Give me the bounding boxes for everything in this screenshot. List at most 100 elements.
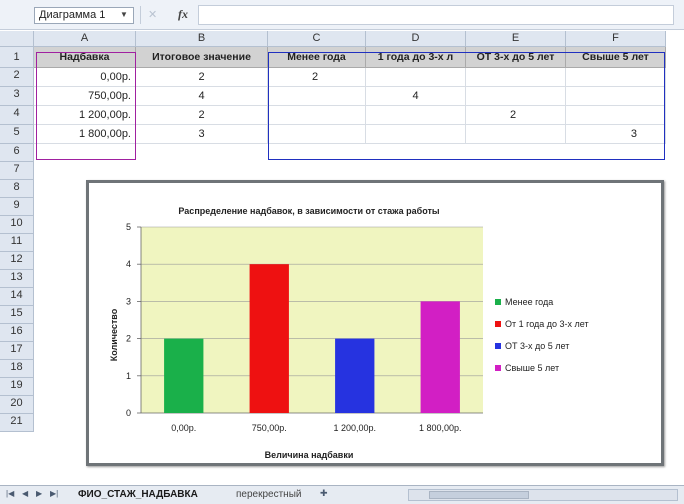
row-header[interactable]: 13 <box>0 270 34 288</box>
legend-swatch <box>495 365 501 371</box>
table-cell[interactable]: 1 800,00р. <box>34 125 136 144</box>
table-cell[interactable]: 2 <box>466 106 566 125</box>
legend-item[interactable]: Менее года <box>495 297 553 307</box>
legend-swatch <box>495 321 501 327</box>
last-sheet-icon[interactable]: ▶| <box>50 489 58 498</box>
legend-item[interactable]: От 1 года до 3-х лет <box>495 319 589 329</box>
prev-sheet-icon[interactable]: ◀ <box>22 489 28 498</box>
name-box[interactable]: Диаграмма 1 <box>34 7 134 24</box>
table-cell[interactable] <box>566 106 666 125</box>
fx-icon[interactable]: fx <box>178 7 188 22</box>
row-header[interactable]: 19 <box>0 378 34 396</box>
table-cell[interactable] <box>466 68 566 87</box>
row-header[interactable]: 15 <box>0 306 34 324</box>
column-header-a[interactable]: A <box>34 31 136 47</box>
header-cell[interactable]: ОТ 3-х до 5 лет <box>466 47 566 68</box>
select-all-corner[interactable] <box>0 31 34 47</box>
next-sheet-icon[interactable]: ▶ <box>36 489 42 498</box>
sheet-tab[interactable]: ФИО_СТАЖ_НАДБАВКА <box>78 489 198 500</box>
row-header[interactable]: 8 <box>0 180 34 198</box>
table-cell[interactable] <box>366 106 466 125</box>
table-cell[interactable] <box>466 125 566 144</box>
column-header-e[interactable]: E <box>466 31 566 47</box>
row-header[interactable]: 14 <box>0 288 34 306</box>
x-axis-label[interactable]: Величина надбавки <box>129 450 489 460</box>
table-cell[interactable]: 2 <box>136 106 268 125</box>
table-cell[interactable]: 3 <box>566 125 666 144</box>
row-header[interactable]: 18 <box>0 360 34 378</box>
column-header-f[interactable]: F <box>566 31 666 47</box>
row-header[interactable]: 16 <box>0 324 34 342</box>
first-sheet-icon[interactable]: |◀ <box>6 489 14 498</box>
bar[interactable] <box>420 301 460 413</box>
header-cell[interactable]: Надбавка <box>34 47 136 68</box>
y-tick-label: 0 <box>126 408 131 418</box>
x-tick-label: 1 200,00р. <box>333 423 376 433</box>
header-cell[interactable]: Менее года <box>268 47 366 68</box>
column-header-b[interactable]: B <box>136 31 268 47</box>
table-cell[interactable]: 1 200,00р. <box>34 106 136 125</box>
bar[interactable] <box>164 338 204 413</box>
row-header[interactable]: 11 <box>0 234 34 252</box>
table-cell[interactable]: 4 <box>136 87 268 106</box>
header-cell[interactable]: 1 года до 3-х л <box>366 47 466 68</box>
y-tick-label: 4 <box>126 259 131 269</box>
scrollbar-thumb[interactable] <box>429 491 529 499</box>
table-cell[interactable] <box>566 87 666 106</box>
row-header[interactable]: 10 <box>0 216 34 234</box>
x-tick-label: 0,00р. <box>171 423 196 433</box>
row-header[interactable]: 9 <box>0 198 34 216</box>
row-header[interactable]: 12 <box>0 252 34 270</box>
row-header[interactable]: 7 <box>0 162 34 180</box>
row-header[interactable]: 6 <box>0 144 34 162</box>
column-header-c[interactable]: C <box>268 31 366 47</box>
row-header[interactable]: 1 <box>0 47 34 68</box>
formula-input[interactable] <box>198 5 674 25</box>
table-cell[interactable]: 2 <box>268 68 366 87</box>
header-cell[interactable]: Свыше 5 лет <box>566 47 666 68</box>
legend-item[interactable]: ОТ 3-х до 5 лет <box>495 341 569 351</box>
table-cell[interactable] <box>268 87 366 106</box>
y-tick-label: 1 <box>126 371 131 381</box>
table-cell[interactable] <box>268 125 366 144</box>
legend-label: ОТ 3-х до 5 лет <box>505 341 570 351</box>
header-cell[interactable]: Итоговое значение <box>136 47 268 68</box>
table-cell[interactable]: 3 <box>136 125 268 144</box>
legend-label: Менее года <box>505 297 554 307</box>
table-cell[interactable] <box>366 125 466 144</box>
row-header[interactable]: 3 <box>0 87 34 106</box>
legend-swatch <box>495 343 501 349</box>
cancel-icon[interactable]: ✕ <box>148 8 157 21</box>
legend-item[interactable]: Свыше 5 лет <box>495 363 559 373</box>
bar[interactable] <box>335 338 375 413</box>
row-header[interactable]: 2 <box>0 68 34 87</box>
x-tick-label: 1 800,00р. <box>419 423 462 433</box>
table-cell[interactable]: 4 <box>366 87 466 106</box>
table-cell[interactable] <box>566 68 666 87</box>
legend-label: Свыше 5 лет <box>505 363 560 373</box>
bar[interactable] <box>249 264 289 413</box>
new-sheet-icon[interactable]: ✚ <box>320 488 328 499</box>
row-header[interactable]: 20 <box>0 396 34 414</box>
sheet-tab[interactable]: перекрестный <box>236 489 301 500</box>
table-cell[interactable] <box>466 87 566 106</box>
legend-label: От 1 года до 3-х лет <box>505 319 589 329</box>
row-header[interactable]: 17 <box>0 342 34 360</box>
y-tick-label: 2 <box>126 334 131 344</box>
table-cell[interactable] <box>268 106 366 125</box>
row-header[interactable]: 4 <box>0 106 34 125</box>
table-cell[interactable] <box>366 68 466 87</box>
column-header-d[interactable]: D <box>366 31 466 47</box>
chevron-down-icon[interactable]: ▼ <box>120 10 128 19</box>
divider <box>140 6 141 24</box>
table-cell[interactable]: 2 <box>136 68 268 87</box>
y-tick-label: 5 <box>126 222 131 232</box>
y-axis-label[interactable]: Количество <box>109 305 119 365</box>
horizontal-scrollbar[interactable] <box>408 489 678 501</box>
row-header[interactable]: 21 <box>0 414 34 432</box>
legend-swatch <box>495 299 501 305</box>
chart-object[interactable]: Распределение надбавок, в зависимости от… <box>86 180 664 466</box>
row-header[interactable]: 5 <box>0 125 34 144</box>
table-cell[interactable]: 750,00р. <box>34 87 136 106</box>
table-cell[interactable]: 0,00р. <box>34 68 136 87</box>
